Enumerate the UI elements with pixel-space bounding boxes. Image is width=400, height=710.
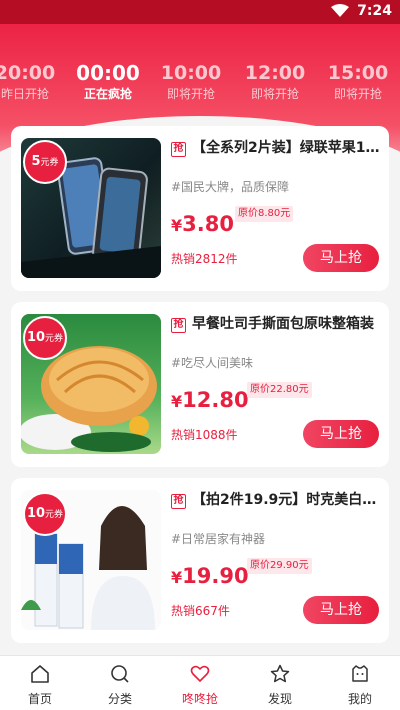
product-image[interactable]: 10元券 — [21, 490, 161, 630]
buy-now-button[interactable]: 马上抢 — [303, 596, 379, 624]
product-title[interactable]: 抢早餐吐司手撕面包原味整箱装 — [171, 314, 383, 334]
product-tag: #日常居家有神器 — [171, 532, 266, 546]
buy-now-button[interactable]: 马上抢 — [303, 244, 379, 272]
product-price: ¥3.80 — [171, 212, 234, 236]
product-card[interactable]: 10元券 抢【拍2件19.9元】时克美白牙膏 #日常居家有神器 ¥19.90 原… — [11, 478, 389, 643]
sales-count: 热销667件 — [171, 604, 230, 618]
product-image[interactable]: 5元券 — [21, 138, 161, 278]
product-tag: #吃尽人间美味 — [171, 356, 254, 370]
time-slot[interactable]: 12:00 即将开抢 — [233, 60, 317, 102]
original-price-badge: 原价29.90元 — [247, 558, 312, 574]
time-slot-active[interactable]: 00:00 正在疯抢 — [66, 60, 150, 102]
bottom-tab-bar: 首页 分类 咚咚抢 发现 我的 — [0, 655, 400, 710]
sales-count: 热销1088件 — [171, 428, 238, 442]
product-card[interactable]: 5元券 抢【全系列2片装】绿联苹果11钢化膜 #国民大牌，品质保障 ¥3.80 … — [11, 126, 389, 291]
tab-category[interactable]: 分类 — [80, 656, 160, 710]
qiang-badge: 抢 — [171, 318, 186, 333]
qiang-badge: 抢 — [171, 142, 186, 157]
buy-now-button[interactable]: 马上抢 — [303, 420, 379, 448]
qiang-badge: 抢 — [171, 494, 186, 509]
clock: 7:24 — [357, 3, 392, 19]
coupon-badge: 10元券 — [23, 492, 67, 536]
star-icon — [270, 664, 290, 683]
product-title[interactable]: 抢【拍2件19.9元】时克美白牙膏 — [171, 490, 383, 510]
heart-icon — [190, 665, 210, 682]
product-title[interactable]: 抢【全系列2片装】绿联苹果11钢化膜 — [171, 138, 383, 158]
time-slot[interactable]: 15:00 即将开抢 — [316, 60, 400, 102]
original-price-badge: 原价22.80元 — [247, 382, 312, 398]
original-price-badge: 原价8.80元 — [235, 206, 294, 222]
time-slot[interactable]: 10:00 即将开抢 — [149, 60, 233, 102]
product-image[interactable]: 10元券 — [21, 314, 161, 454]
profile-icon — [352, 665, 368, 682]
tab-dongdongqiang[interactable]: 咚咚抢 — [160, 656, 240, 710]
status-bar: 7:24 — [0, 0, 400, 24]
tab-mine[interactable]: 我的 — [320, 656, 400, 710]
product-price: ¥19.90 — [171, 564, 249, 588]
time-slot[interactable]: 20:00 昨日开抢 — [0, 60, 67, 102]
wifi-icon — [331, 4, 350, 17]
coupon-badge: 10元券 — [23, 316, 67, 360]
time-slot-bar[interactable]: 20:00 昨日开抢 00:00 正在疯抢 10:00 即将开抢 12:00 即… — [0, 60, 400, 110]
tab-discover[interactable]: 发现 — [240, 656, 320, 710]
product-price: ¥12.80 — [171, 388, 249, 412]
coupon-badge: 5元券 — [23, 140, 67, 184]
tab-home[interactable]: 首页 — [0, 656, 80, 710]
sales-count: 热销2812件 — [171, 252, 238, 266]
product-tag: #国民大牌，品质保障 — [171, 180, 290, 194]
home-icon — [31, 665, 49, 683]
product-card[interactable]: 10元券 抢早餐吐司手撕面包原味整箱装 #吃尽人间美味 ¥12.80 原价22.… — [11, 302, 389, 467]
category-icon — [111, 665, 129, 683]
